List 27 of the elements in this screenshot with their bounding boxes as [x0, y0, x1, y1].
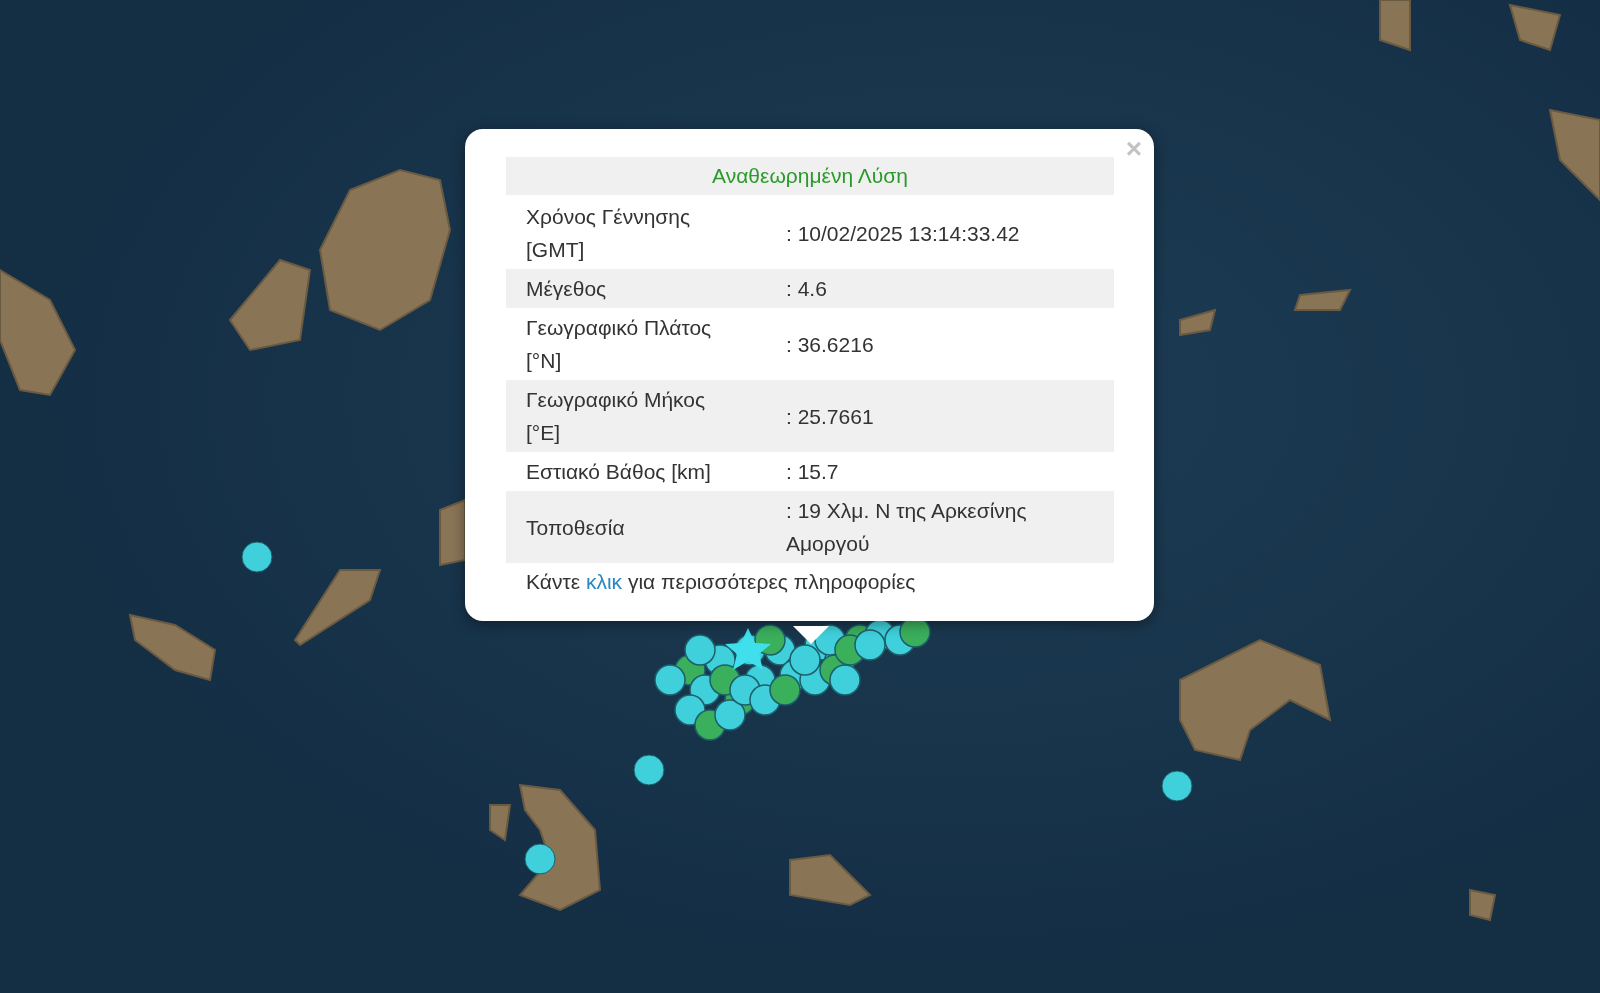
popup-pointer [793, 626, 829, 644]
field-value: : 4.6 [786, 276, 828, 302]
earthquake-marker[interactable] [1161, 770, 1193, 802]
island-drawing [1379, 0, 1411, 52]
field-value: : 19 Χλμ. Ν της Αρκεσίνης Αμοργού [786, 498, 1028, 557]
satellite-map[interactable] [0, 0, 1600, 993]
field-label: Εστιακό Βάθος [km] [525, 459, 712, 485]
popup-title: Αναθεωρημένη Λύση [506, 157, 1114, 195]
more-info-link[interactable]: κλικ [585, 570, 623, 593]
island-drawing [489, 804, 512, 842]
earthquake-marker[interactable] [633, 754, 665, 786]
field-value: : 36.6216 [786, 331, 875, 358]
field-label: Τοποθεσία [525, 514, 626, 541]
field-value: : 10/02/2025 13:14:33.42 [786, 220, 1021, 247]
island-drawing [1179, 308, 1217, 337]
field-label: Γεωγραφικό Πλάτος [°N] [525, 315, 713, 374]
field-label: Μέγεθος [525, 276, 608, 302]
more-info-text: Κάντε κλικ για περισσότερες πληροφορίες [525, 569, 917, 595]
earthquake-marker[interactable] [524, 843, 556, 875]
field-label: Χρόνος Γέννησης [GMT] [525, 204, 692, 263]
field-label: Γεωγραφικό Μήκος [°E] [525, 387, 707, 446]
field-value: : 25.7661 [786, 403, 875, 430]
field-value: : 15.7 [786, 459, 840, 485]
earthquake-marker[interactable] [241, 541, 273, 573]
island-drawing [1469, 888, 1497, 922]
island-drawing [1508, 3, 1562, 52]
island-drawing [1293, 288, 1352, 311]
